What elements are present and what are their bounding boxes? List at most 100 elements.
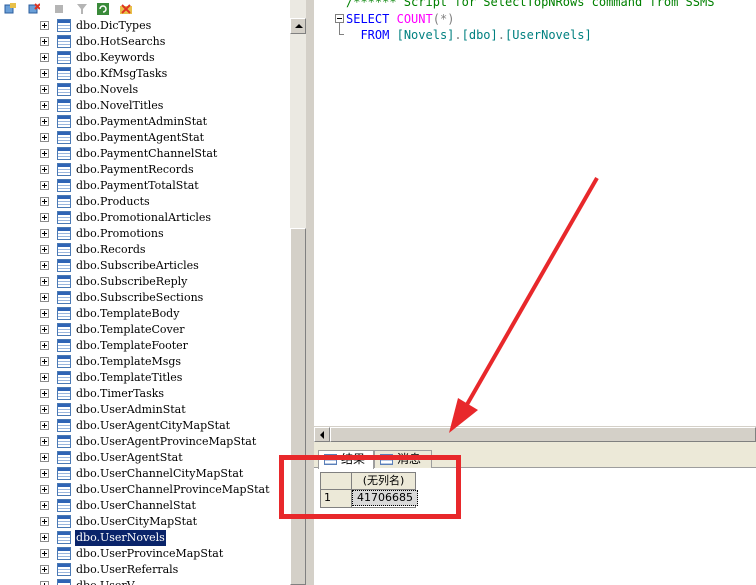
expand-plus-icon[interactable] [40, 373, 49, 382]
tree-item-table[interactable]: dbo.UserCityMapStat [0, 514, 290, 530]
scroll-left-button[interactable] [314, 427, 330, 442]
tree-item-table[interactable]: dbo.HotSearchs [0, 34, 290, 50]
scroll-thumb[interactable] [330, 427, 756, 442]
tree-item-table[interactable]: dbo.UserReferrals [0, 562, 290, 578]
expand-plus-icon[interactable] [40, 133, 49, 142]
tree-item-table[interactable]: dbo.UserProvinceMapStat [0, 546, 290, 562]
expand-plus-icon[interactable] [40, 149, 49, 158]
expand-plus-icon[interactable] [40, 469, 49, 478]
tree-item-table[interactable]: dbo.UserV... [0, 578, 290, 585]
tree-item-table[interactable]: dbo.TemplateFooter [0, 338, 290, 354]
object-explorer-toolbar [0, 0, 290, 15]
tree-item-table[interactable]: dbo.Keywords [0, 50, 290, 66]
tree-item-table[interactable]: dbo.PaymentRecords [0, 162, 290, 178]
tree-item-table[interactable]: dbo.PaymentTotalStat [0, 178, 290, 194]
expand-plus-icon[interactable] [40, 549, 49, 558]
tree-item-table[interactable]: dbo.PromotionalArticles [0, 210, 290, 226]
editor-horizontal-scrollbar[interactable] [314, 426, 756, 442]
tree-item-table[interactable]: dbo.TemplateTitles [0, 370, 290, 386]
tree-item-table[interactable]: dbo.TimerTasks [0, 386, 290, 402]
filter-icon[interactable] [76, 0, 88, 14]
expand-plus-icon[interactable] [40, 197, 49, 206]
tree-item-table[interactable]: dbo.TemplateCover [0, 322, 290, 338]
tree-item-label: dbo.TemplateFooter [76, 339, 188, 352]
expand-plus-icon[interactable] [40, 101, 49, 110]
expand-plus-icon[interactable] [40, 565, 49, 574]
row-number-cell[interactable]: 1 [320, 489, 352, 508]
expand-plus-icon[interactable] [40, 421, 49, 430]
fold-collapse-icon[interactable] [335, 14, 344, 23]
pane-splitter[interactable] [306, 0, 314, 585]
expand-plus-icon[interactable] [40, 85, 49, 94]
expand-plus-icon[interactable] [40, 389, 49, 398]
expand-plus-icon[interactable] [40, 261, 49, 270]
tree-item-table[interactable]: dbo.PaymentAdminStat [0, 114, 290, 130]
tree-item-table[interactable]: dbo.NovelTitles [0, 98, 290, 114]
expand-plus-icon[interactable] [40, 437, 49, 446]
tree-item-table[interactable]: dbo.PaymentChannelStat [0, 146, 290, 162]
expand-plus-icon[interactable] [40, 325, 49, 334]
tree-item-table[interactable]: dbo.TemplateMsgs [0, 354, 290, 370]
tree-item-table[interactable]: dbo.SubscribeReply [0, 274, 290, 290]
connect-icon[interactable] [4, 0, 16, 14]
table-icon [57, 387, 71, 400]
tree-item-table[interactable]: dbo.SubscribeSections [0, 290, 290, 306]
tree-item-table[interactable]: dbo.PaymentAgentStat [0, 130, 290, 146]
tree-item-table[interactable]: dbo.UserAgentProvinceMapStat [0, 434, 290, 450]
tree-item-table[interactable]: dbo.KfMsgTasks [0, 66, 290, 82]
tree-item-table[interactable]: dbo.Novels [0, 82, 290, 98]
expand-plus-icon[interactable] [40, 21, 49, 30]
expand-plus-icon[interactable] [40, 213, 49, 222]
scroll-up-button[interactable] [290, 18, 306, 34]
expand-plus-icon[interactable] [40, 581, 49, 585]
expand-plus-icon[interactable] [40, 485, 49, 494]
expand-plus-icon[interactable] [40, 181, 49, 190]
tree-item-table[interactable]: dbo.UserAdminStat [0, 402, 290, 418]
expand-plus-icon[interactable] [40, 309, 49, 318]
expand-plus-icon[interactable] [40, 117, 49, 126]
tree-item-table[interactable]: dbo.TemplateBody [0, 306, 290, 322]
tree-item-table[interactable]: dbo.Promotions [0, 226, 290, 242]
tree-item-table[interactable]: dbo.UserChannelStat [0, 498, 290, 514]
tree-item-label: dbo.DicTypes [76, 19, 152, 32]
expand-plus-icon[interactable] [40, 37, 49, 46]
expand-plus-icon[interactable] [40, 293, 49, 302]
table-icon [57, 307, 71, 320]
refresh-icon[interactable] [97, 0, 109, 15]
disconnect-icon[interactable] [28, 0, 41, 14]
tree-item-table[interactable]: dbo.UserAgentCityMapStat [0, 418, 290, 434]
tree-item-table[interactable]: dbo.UserChannelCityMapStat [0, 466, 290, 482]
grid-corner-cell[interactable] [320, 472, 352, 490]
tree-item-table[interactable]: dbo.UserNovels [0, 530, 290, 546]
expand-plus-icon[interactable] [40, 501, 49, 510]
expand-plus-icon[interactable] [40, 229, 49, 238]
tree-item-table[interactable]: dbo.Products [0, 194, 290, 210]
expand-plus-icon[interactable] [40, 533, 49, 542]
tab-messages[interactable]: 消息 [374, 450, 432, 468]
collapse-icon[interactable] [120, 0, 132, 14]
expand-plus-icon[interactable] [40, 277, 49, 286]
expand-plus-icon[interactable] [40, 165, 49, 174]
messages-icon [380, 454, 393, 465]
stop-icon[interactable] [53, 0, 65, 13]
expand-plus-icon[interactable] [40, 453, 49, 462]
paren-close: ) [447, 12, 455, 26]
expand-plus-icon[interactable] [40, 405, 49, 414]
tree-item-table[interactable]: dbo.UserChannelProvinceMapStat [0, 482, 290, 498]
tree-item-table[interactable]: dbo.SubscribeArticles [0, 258, 290, 274]
expand-plus-icon[interactable] [40, 69, 49, 78]
tree-vertical-scrollbar[interactable] [290, 0, 306, 585]
expand-plus-icon[interactable] [40, 341, 49, 350]
expand-plus-icon[interactable] [40, 357, 49, 366]
tab-results[interactable]: 结果 [318, 450, 374, 469]
expand-plus-icon[interactable] [40, 517, 49, 526]
tree-item-table[interactable]: dbo.UserAgentStat [0, 450, 290, 466]
result-value-cell[interactable]: 41706685 [351, 489, 418, 508]
tree-item-table[interactable]: dbo.Records [0, 242, 290, 258]
expand-plus-icon[interactable] [40, 53, 49, 62]
column-header[interactable]: (无列名) [351, 472, 416, 490]
query-editor[interactable]: /****** Script for SelectTopNRows comman… [314, 0, 756, 426]
tree-item-table[interactable]: dbo.DicTypes [0, 18, 290, 34]
scroll-thumb[interactable] [290, 228, 306, 585]
expand-plus-icon[interactable] [40, 245, 49, 254]
